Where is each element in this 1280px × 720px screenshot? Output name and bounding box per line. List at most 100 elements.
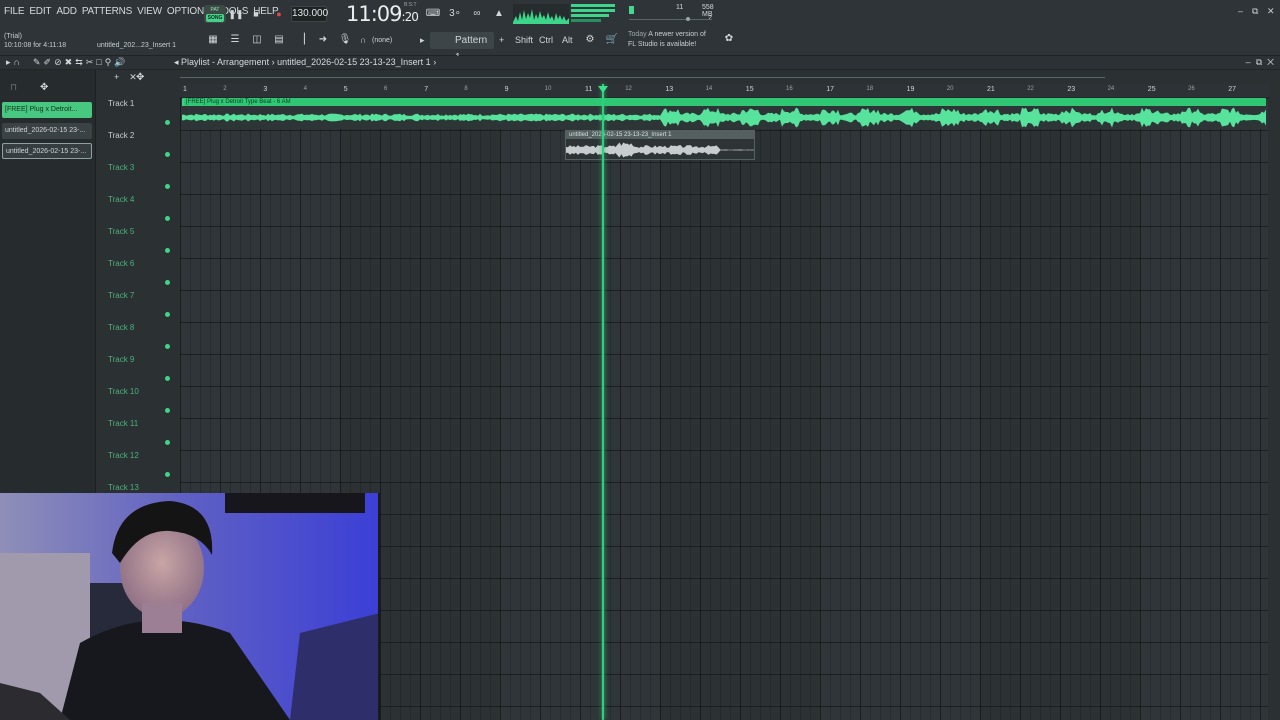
volume-slider-knob[interactable] xyxy=(686,17,690,21)
track-mute-led[interactable] xyxy=(165,152,170,157)
pattern-item-3[interactable]: untitled_2026-02-15 23-... xyxy=(2,143,92,159)
playlist-tools: ▸ ∩ ✎ ✐ ⊘ ✖ ⇆ ✂ □ ⚲ 🔊 xyxy=(6,57,126,68)
volume-slider-track[interactable] xyxy=(629,19,711,20)
shop-icon[interactable]: 🛒 xyxy=(603,32,621,48)
menu-view[interactable]: VIEW xyxy=(137,6,162,17)
track-mute-led[interactable] xyxy=(165,472,170,477)
collapse-icon[interactable]: ✕ xyxy=(129,72,137,82)
alt-key[interactable]: Alt xyxy=(562,35,573,45)
track-mute-led[interactable] xyxy=(165,120,170,125)
pause-button[interactable]: ❚❚ xyxy=(228,6,244,22)
menu-edit[interactable]: EDIT xyxy=(29,6,51,17)
add-track-icon[interactable]: + xyxy=(114,72,119,82)
playhead[interactable] xyxy=(602,84,604,720)
track-label[interactable]: Track 8 xyxy=(108,323,134,332)
minimize-icon[interactable]: – xyxy=(1238,6,1243,16)
ctrl-key[interactable]: Ctrl xyxy=(539,35,553,45)
track-label[interactable]: Track 2 xyxy=(108,131,134,140)
pencil-icon[interactable]: ✎ xyxy=(33,57,41,68)
maximize-icon[interactable]: ⧉ xyxy=(1252,6,1258,17)
mute-icon[interactable]: ✖ xyxy=(65,57,73,68)
slip-icon[interactable]: ⇆ xyxy=(75,57,83,68)
memory-usage: 558 MB xyxy=(702,4,714,18)
channel-rack-icon[interactable]: ▤ xyxy=(270,32,288,48)
paint-icon[interactable]: ✐ xyxy=(44,57,52,68)
audio-clip-track2[interactable]: untitled_2026-02-15 23-13-23_Insert 1 xyxy=(565,130,755,160)
track-label[interactable]: Track 4 xyxy=(108,195,134,204)
playlist-breadcrumb[interactable]: untitled_2026-02-15 23-13-23_Insert 1 xyxy=(277,57,431,67)
track-mute-led[interactable] xyxy=(165,216,170,221)
track-mute-led[interactable] xyxy=(165,280,170,285)
time-scrollbar[interactable] xyxy=(180,72,1270,84)
playhead-marker[interactable] xyxy=(598,86,608,93)
vertical-scrollbar[interactable] xyxy=(1270,98,1278,720)
typing-keyboard-icon[interactable]: ⌨ xyxy=(424,6,442,22)
timeline-ruler[interactable]: 1 2 3 4 5 6 7 8 9 10 11 12 13 14 15 16 17 18 19 20 21 22 23 24 2… xyxy=(180,84,1270,98)
piano-roll-icon[interactable]: ◫ xyxy=(248,32,266,48)
track-label[interactable]: Track 5 xyxy=(108,227,134,236)
metronome-icon[interactable]: ▲ xyxy=(490,6,508,22)
track-mute-led[interactable] xyxy=(165,376,170,381)
playlist-menu-icon[interactable]: ▸ xyxy=(6,57,11,68)
playback-icon[interactable]: 🔊 xyxy=(114,57,125,68)
playlist-minimize-icon[interactable]: – xyxy=(1246,57,1251,67)
track-mute-led[interactable] xyxy=(165,408,170,413)
playlist-icon[interactable]: ☰ xyxy=(226,32,244,48)
ruler-bar-number: 19 xyxy=(906,86,915,93)
playlist-maximize-icon[interactable]: ⧉ xyxy=(1256,57,1262,67)
ruler-bar-number: 12 xyxy=(625,86,632,92)
picker-mode-icon[interactable]: ✥ xyxy=(40,82,48,93)
delete-icon[interactable]: ⊘ xyxy=(54,57,62,68)
news-panel[interactable]: Today A newer version of FL Studio is av… xyxy=(628,30,706,50)
track-label[interactable]: Track 11 xyxy=(108,419,138,428)
track-label[interactable]: Track 13 xyxy=(108,483,139,492)
project-name: untitled_202...23_Insert 1 xyxy=(97,42,177,49)
track-label[interactable]: Track 6 xyxy=(108,259,134,268)
track-mute-led[interactable] xyxy=(165,184,170,189)
snap-tool-icon[interactable]: ▦ xyxy=(204,32,222,48)
plugin-picker-icon[interactable]: ➜ xyxy=(314,32,332,48)
close-icon[interactable]: ✕ xyxy=(1267,6,1275,17)
add-pattern-icon[interactable]: + xyxy=(499,35,504,45)
menu-patterns[interactable]: PATTERNS xyxy=(82,6,132,17)
audio-input-select[interactable]: (none) xyxy=(372,37,392,44)
record-button[interactable]: ● xyxy=(271,6,287,22)
pattern-item-2[interactable]: untitled_2026-02-15 23-... xyxy=(2,123,92,139)
tempo-display[interactable]: 130.000 xyxy=(291,6,328,22)
master-level-meter xyxy=(571,4,615,24)
shift-key[interactable]: Shift xyxy=(515,35,533,45)
browser-icon[interactable]: ⚙ xyxy=(581,32,599,48)
magnet-icon[interactable]: ∩ xyxy=(14,57,20,68)
audio-clip-track1[interactable]: [FREE] Plug x Detroit Type Beat - 6 AM xyxy=(182,98,1266,129)
track-mute-led[interactable] xyxy=(165,312,170,317)
clip1-title: [FREE] Plug x Detroit Type Beat - 6 AM xyxy=(184,98,1266,106)
track-label[interactable]: Track 1 xyxy=(108,99,134,108)
track-mute-led[interactable] xyxy=(165,248,170,253)
countdown-icon[interactable]: 3∘ xyxy=(446,6,464,22)
track-label[interactable]: Track 10 xyxy=(108,387,139,396)
menu-file[interactable]: FILE xyxy=(4,6,25,17)
select-icon[interactable]: □ xyxy=(96,57,101,68)
pat-song-toggle[interactable]: PAT SONG xyxy=(204,5,226,23)
trial-status: (Trial) 10:10:08 for 4:11:18 xyxy=(4,32,66,50)
mixer-icon[interactable]: ▕ xyxy=(292,32,310,48)
track-mute-led[interactable] xyxy=(165,344,170,349)
menu-add[interactable]: ADD xyxy=(56,6,77,17)
track-label[interactable]: Track 3 xyxy=(108,163,134,172)
playlist-close-icon[interactable]: ✕ xyxy=(1267,57,1274,67)
zoom-horizontal-icon[interactable]: ✥ xyxy=(136,72,144,83)
track-label[interactable]: Track 12 xyxy=(108,451,139,460)
microphone-icon[interactable]: 🎙 xyxy=(336,32,354,48)
zoom-icon[interactable]: ⚲ xyxy=(105,57,112,68)
pattern-selector[interactable]: Pattern 1 xyxy=(430,32,494,63)
slice-icon[interactable]: ✂ xyxy=(86,57,94,68)
step-edit-icon[interactable]: ∞ xyxy=(468,6,486,22)
picker-pattern-icon[interactable]: ⊓ xyxy=(10,82,17,93)
track-mute-led[interactable] xyxy=(165,440,170,445)
pattern-item-1[interactable]: [FREE] Plug x Detroit... xyxy=(2,102,92,118)
track-label[interactable]: Track 7 xyxy=(108,291,134,300)
pattern-arrow-icon[interactable]: ▸ xyxy=(420,35,425,46)
track-label[interactable]: Track 9 xyxy=(108,355,134,364)
fl-logo-icon[interactable]: ✿ xyxy=(720,31,738,47)
stop-button[interactable]: ■ xyxy=(248,6,264,22)
